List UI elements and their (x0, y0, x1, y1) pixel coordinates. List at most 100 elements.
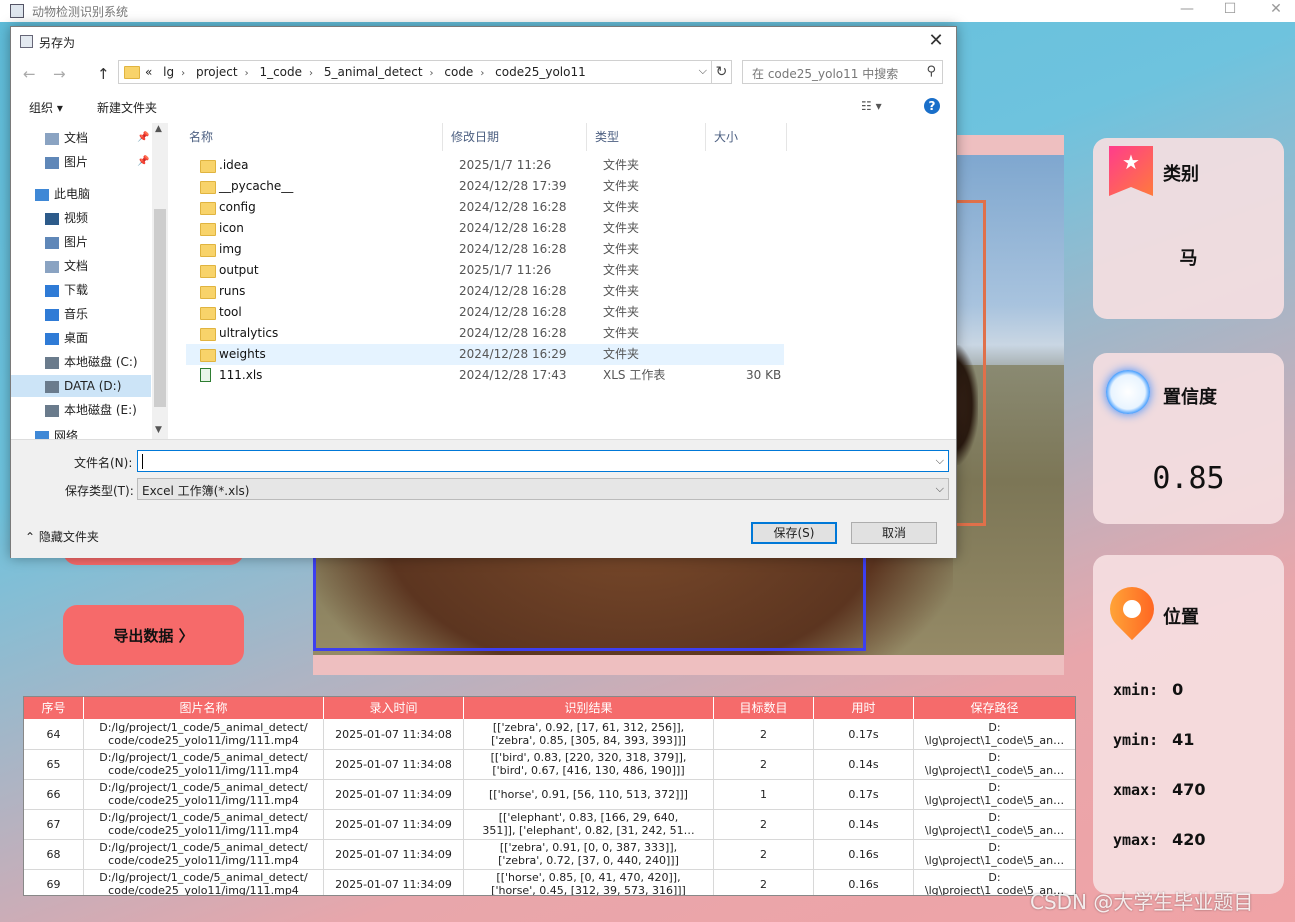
col-header-time[interactable]: 录入时间 (324, 697, 464, 719)
col-header-type[interactable]: 类型 (587, 123, 706, 151)
breadcrumb-code[interactable]: code (444, 65, 473, 79)
cell-count-text: 2 (760, 757, 767, 771)
nav-item[interactable]: 图片 (45, 231, 88, 253)
category-card: ★ 类别 马 (1093, 138, 1284, 319)
breadcrumb-code25_yolo11[interactable]: code25_yolo11 (495, 65, 586, 79)
file-row[interactable]: __pycache__ 2024/12/28 17:39 文件夹 (186, 176, 784, 197)
table-row[interactable]: 69 D:/lg/project/1_code/5_animal_detect/ … (24, 869, 1075, 895)
cell-time: 2025-01-07 11:34:08 (324, 719, 464, 749)
forward-arrow-icon[interactable]: → (53, 65, 66, 83)
breadcrumb-overflow[interactable]: « (145, 65, 152, 79)
nav-item[interactable]: 本地磁盘 (C:) (45, 351, 138, 373)
nav-item[interactable]: 网络 (35, 425, 78, 439)
filetype-select[interactable]: Excel 工作簿(*.xls) ⌵ (137, 478, 949, 500)
hide-folders-toggle[interactable]: ⌃ 隐藏文件夹 (25, 528, 99, 545)
file-row[interactable]: ultralytics 2024/12/28 16:28 文件夹 (186, 323, 784, 344)
nav-item[interactable]: 下载 (45, 279, 88, 301)
address-bar[interactable]: « lg › project › 1_code › 5_animal_detect › … (118, 60, 712, 84)
xmin-row: xmin: 0 (1113, 680, 1183, 699)
breadcrumb-lg[interactable]: lg (163, 65, 174, 79)
cell-id: 68 (24, 839, 84, 869)
col-header-date[interactable]: 修改日期 (443, 123, 587, 151)
scroll-down-icon[interactable]: ▼ (155, 425, 162, 435)
xmax-value: 470 (1172, 780, 1206, 799)
nav-item[interactable]: 文档 (45, 127, 88, 149)
scrollbar-thumb[interactable] (154, 209, 166, 407)
up-arrow-icon[interactable]: ↑ (97, 65, 110, 83)
refresh-button[interactable]: ↻ (712, 60, 732, 84)
col-header-count[interactable]: 目标数目 (714, 697, 814, 719)
table-row[interactable]: 68 D:/lg/project/1_code/5_animal_detect/ … (24, 839, 1075, 870)
file-row[interactable]: config 2024/12/28 16:28 文件夹 (186, 197, 784, 218)
cell-time: 2025-01-07 11:34:09 (324, 869, 464, 895)
file-row[interactable]: tool 2024/12/28 16:28 文件夹 (186, 302, 784, 323)
nav-item[interactable]: DATA (D:) (45, 375, 121, 397)
nav-item[interactable]: 本地磁盘 (E:) (45, 399, 137, 421)
cell-count-text: 2 (760, 727, 767, 741)
close-window-button[interactable]: ✕ (1261, 1, 1291, 17)
table-row[interactable]: 66 D:/lg/project/1_code/5_animal_detect/ … (24, 779, 1075, 810)
folder-icon (200, 307, 216, 320)
file-row[interactable]: output 2025/1/7 11:26 文件夹 (186, 260, 784, 281)
col-header-size[interactable]: 大小 (706, 123, 787, 151)
nav-item[interactable]: 桌面 (45, 327, 88, 349)
nav-item[interactable]: 视频 (45, 207, 88, 229)
nav-item[interactable]: 此电脑 (35, 183, 90, 205)
pin-icon[interactable]: 📌 (137, 156, 149, 167)
filename-input[interactable]: ⌵ (137, 450, 949, 472)
cell-cost-text: 0.14s (848, 817, 879, 831)
search-input[interactable]: 在 code25_yolo11 中搜索 ⚲ (742, 60, 943, 84)
col-header-filename[interactable]: 名称 (181, 123, 443, 151)
file-row[interactable]: img 2024/12/28 16:28 文件夹 (186, 239, 784, 260)
nav-item-icon (45, 284, 59, 297)
table-row[interactable]: 64 D:/lg/project/1_code/5_animal_detect/ … (24, 719, 1075, 750)
table-row[interactable]: 65 D:/lg/project/1_code/5_animal_detect/ … (24, 749, 1075, 780)
dialog-close-button[interactable]: ✕ (924, 30, 948, 52)
nav-item-label: 桌面 (64, 331, 89, 345)
nav-item-icon (45, 212, 59, 225)
nav-item[interactable]: 文档 (45, 255, 88, 277)
file-row[interactable]: 111.xls 2024/12/28 17:43 XLS 工作表 30 KB (186, 365, 784, 386)
pin-icon[interactable]: 📌 (137, 132, 149, 143)
navigation-scrollbar[interactable]: ▲ ▼ (152, 123, 168, 439)
file-row[interactable]: runs 2024/12/28 16:28 文件夹 (186, 281, 784, 302)
nav-item[interactable]: 音乐 (45, 303, 88, 325)
file-type: 文件夹 (603, 158, 640, 172)
breadcrumb-5_animal_detect[interactable]: 5_animal_detect (324, 65, 423, 79)
col-header-id[interactable]: 序号 (24, 697, 84, 719)
nav-item[interactable]: 图片 (45, 151, 88, 173)
view-options-button[interactable]: ☷ ▾ (861, 99, 882, 113)
new-folder-button[interactable]: 新建文件夹 (97, 99, 157, 116)
export-data-button[interactable]: 导出数据 〉 (63, 605, 244, 665)
col-header-name[interactable]: 图片名称 (84, 697, 324, 719)
breadcrumb-1_code[interactable]: 1_code (259, 65, 302, 79)
chevron-down-icon[interactable]: ⌵ (936, 482, 944, 496)
breadcrumb-project[interactable]: project (196, 65, 238, 79)
maximize-button[interactable]: ☐ (1215, 1, 1245, 17)
app-title: 动物检测识别系统 (32, 5, 129, 19)
help-icon[interactable]: ? (924, 98, 940, 114)
file-date: 2024/12/28 16:28 (459, 326, 567, 340)
dialog-title: 另存为 (39, 36, 76, 50)
results-table[interactable]: 序号 图片名称 录入时间 识别结果 目标数目 用时 保存路径 64 D:/lg/p… (23, 696, 1076, 896)
search-icon[interactable]: ⚲ (926, 64, 936, 79)
scroll-up-icon[interactable]: ▲ (155, 124, 162, 134)
cell-id: 64 (24, 719, 84, 749)
chevron-down-icon[interactable]: ⌵ (936, 454, 944, 468)
file-row[interactable]: icon 2024/12/28 16:28 文件夹 (186, 218, 784, 239)
chevron-down-icon[interactable]: ⌵ (699, 64, 707, 78)
col-header-path[interactable]: 保存路径 (914, 697, 1075, 719)
organize-button[interactable]: 组织 ▾ (29, 99, 63, 116)
col-header-result[interactable]: 识别结果 (464, 697, 714, 719)
save-button[interactable]: 保存(S) (751, 522, 837, 544)
col-header-cost[interactable]: 用时 (814, 697, 914, 719)
back-arrow-icon[interactable]: ← (23, 65, 36, 83)
file-row[interactable]: weights 2024/12/28 16:29 文件夹 (186, 344, 784, 365)
table-row[interactable]: 67 D:/lg/project/1_code/5_animal_detect/ … (24, 809, 1075, 840)
nav-item-icon (45, 236, 59, 249)
file-row[interactable]: .idea 2025/1/7 11:26 文件夹 (186, 155, 784, 176)
file-date: 2024/12/28 16:28 (459, 221, 567, 235)
minimize-button[interactable]: — (1172, 1, 1202, 17)
file-date: 2024/12/28 17:39 (459, 179, 567, 193)
cancel-button[interactable]: 取消 (851, 522, 937, 544)
